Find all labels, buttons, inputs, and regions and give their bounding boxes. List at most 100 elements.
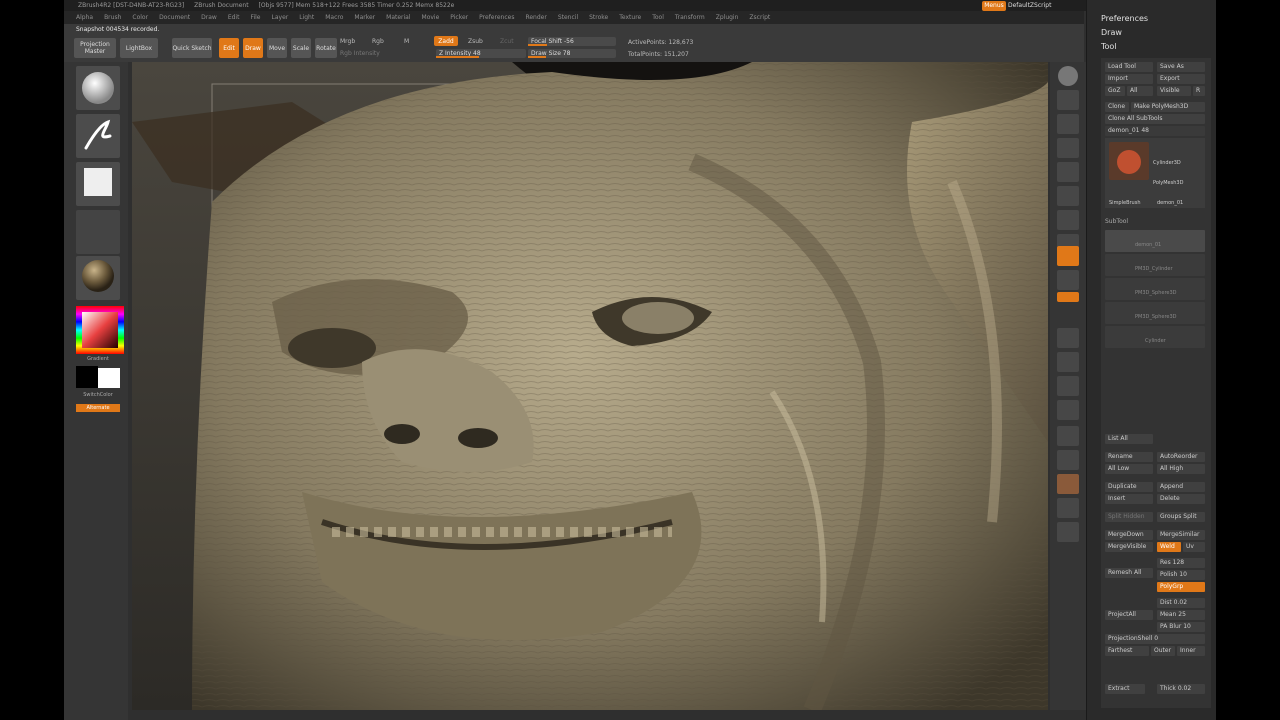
list-all-button[interactable]: List All [1105, 434, 1153, 444]
menu-alpha[interactable]: Alpha [76, 14, 93, 21]
lsym-icon[interactable] [1057, 270, 1079, 290]
rgb-intensity-slider[interactable]: Rgb Intensity [340, 50, 380, 57]
rotate-button[interactable]: Rotate [315, 38, 337, 58]
menu-light[interactable]: Light [299, 14, 314, 21]
append-button[interactable]: Append [1157, 482, 1205, 492]
rotate-icon[interactable] [1057, 400, 1079, 420]
menu-macro[interactable]: Macro [325, 14, 343, 21]
all-button[interactable]: All [1127, 86, 1153, 96]
split-hidden-button[interactable]: Split Hidden [1105, 512, 1153, 522]
all-high-button[interactable]: All High [1157, 464, 1205, 474]
brush-selector[interactable] [76, 66, 120, 110]
texture-selector[interactable] [76, 210, 120, 254]
zsub-button[interactable]: Zsub [468, 38, 483, 45]
menu-render[interactable]: Render [525, 14, 546, 21]
subtool-row[interactable]: PM3D_Sphere3D [1105, 278, 1205, 300]
projection-master-button[interactable]: Projection Master [74, 38, 116, 58]
gxyz-icon[interactable] [1057, 292, 1079, 302]
load-tool-button[interactable]: Load Tool [1105, 62, 1153, 72]
focal-shift-slider[interactable]: Focal Shift -56 [528, 37, 616, 46]
groups-split-button[interactable]: Groups Split [1157, 512, 1205, 522]
subtool-row[interactable]: Cylinder [1105, 326, 1205, 348]
menu-file[interactable]: File [250, 14, 260, 21]
auto-reorder-button[interactable]: AutoReorder [1157, 452, 1205, 462]
frame-icon[interactable] [1057, 328, 1079, 348]
subtool-row[interactable]: demon_01 [1105, 230, 1205, 252]
goz-button[interactable]: GoZ [1105, 86, 1125, 96]
persp-icon[interactable] [1057, 210, 1079, 230]
scale-icon[interactable] [1057, 376, 1079, 396]
uv-button[interactable]: Uv [1183, 542, 1205, 552]
projection-shell-slider[interactable]: ProjectionShell 0 [1105, 634, 1205, 644]
menus-toggle-button[interactable]: Menus [982, 1, 1006, 11]
merge-visible-button[interactable]: MergeVisible [1105, 542, 1153, 552]
menu-document[interactable]: Document [159, 14, 190, 21]
all-low-button[interactable]: All Low [1105, 464, 1153, 474]
menu-transform[interactable]: Transform [675, 14, 705, 21]
subtool-row[interactable]: PM3D_Cylinder [1105, 254, 1205, 276]
menu-marker[interactable]: Marker [354, 14, 375, 21]
menu-draw[interactable]: Draw [201, 14, 217, 21]
move-icon[interactable] [1057, 352, 1079, 372]
menu-picker[interactable]: Picker [450, 14, 468, 21]
menu-stencil[interactable]: Stencil [558, 14, 578, 21]
farthest-button[interactable]: Farthest [1105, 646, 1149, 656]
tool-header[interactable]: Tool [1101, 42, 1117, 51]
actual-icon[interactable] [1057, 162, 1079, 182]
scale-button[interactable]: Scale [291, 38, 311, 58]
clone-button[interactable]: Clone [1105, 102, 1129, 112]
color-picker[interactable] [76, 306, 124, 354]
main-color-swatch[interactable] [76, 366, 98, 388]
scroll-icon[interactable] [1057, 114, 1079, 134]
aahalf-icon[interactable] [1057, 186, 1079, 206]
draw-size-slider[interactable]: Draw Size 78 [528, 49, 616, 58]
menu-preferences[interactable]: Preferences [479, 14, 514, 21]
polyf-icon[interactable] [1057, 426, 1079, 446]
menu-tool[interactable]: Tool [652, 14, 664, 21]
menu-stroke[interactable]: Stroke [589, 14, 608, 21]
zcut-button[interactable]: Zcut [500, 38, 514, 45]
edit-button[interactable]: Edit [219, 38, 239, 58]
material-selector[interactable] [76, 256, 120, 300]
alpha-selector[interactable] [76, 162, 120, 206]
quick-sketch-button[interactable]: Quick Sketch [172, 38, 212, 58]
ghost-icon[interactable] [1057, 474, 1079, 494]
menu-texture[interactable]: Texture [619, 14, 641, 21]
menu-material[interactable]: Material [386, 14, 410, 21]
mean-slider[interactable]: Mean 25 [1157, 610, 1205, 620]
transp-icon[interactable] [1057, 450, 1079, 470]
z-intensity-slider[interactable]: Z Intensity 48 [436, 49, 526, 58]
insert-button[interactable]: Insert [1105, 494, 1153, 504]
polygrp-button[interactable]: PolyGrp [1157, 582, 1205, 592]
polish-slider[interactable]: Polish 10 [1157, 570, 1205, 580]
rename-button[interactable]: Rename [1105, 452, 1153, 462]
menu-movie[interactable]: Movie [422, 14, 440, 21]
menu-brush[interactable]: Brush [104, 14, 121, 21]
inner-button[interactable]: Inner [1177, 646, 1205, 656]
save-as-button[interactable]: Save As [1157, 62, 1205, 72]
res-slider[interactable]: Res 128 [1157, 558, 1205, 568]
menu-edit[interactable]: Edit [228, 14, 240, 21]
make-polymesh-button[interactable]: Make PolyMesh3D [1131, 102, 1205, 112]
demon-tool-thumbnail[interactable] [1109, 142, 1149, 180]
weld-button[interactable]: Weld [1157, 542, 1181, 552]
m-button[interactable]: M [404, 38, 409, 45]
project-all-button[interactable]: ProjectAll [1105, 610, 1153, 620]
rgb-button[interactable]: Rgb [372, 38, 384, 45]
secondary-color-swatch[interactable] [98, 368, 120, 388]
outer-button[interactable]: Outer [1151, 646, 1175, 656]
solo-icon[interactable] [1057, 498, 1079, 518]
zadd-button[interactable]: Zadd [434, 36, 458, 46]
duplicate-button[interactable]: Duplicate [1105, 482, 1153, 492]
polymesh-tool-label[interactable]: PolyMesh3D [1153, 180, 1183, 186]
thick-slider[interactable]: Thick 0.02 [1157, 684, 1205, 694]
mrgb-button[interactable]: Mrgb [340, 38, 355, 45]
merge-down-button[interactable]: MergeDown [1105, 530, 1153, 540]
remesh-all-button[interactable]: Remesh All [1105, 568, 1153, 578]
zoom-icon[interactable] [1057, 138, 1079, 158]
draw-button[interactable]: Draw [243, 38, 263, 58]
menu-zscript[interactable]: Zscript [749, 14, 770, 21]
extract-button[interactable]: Extract [1105, 684, 1145, 694]
xpose-icon[interactable] [1057, 522, 1079, 542]
clone-all-subtools-button[interactable]: Clone All SubTools [1105, 114, 1205, 124]
